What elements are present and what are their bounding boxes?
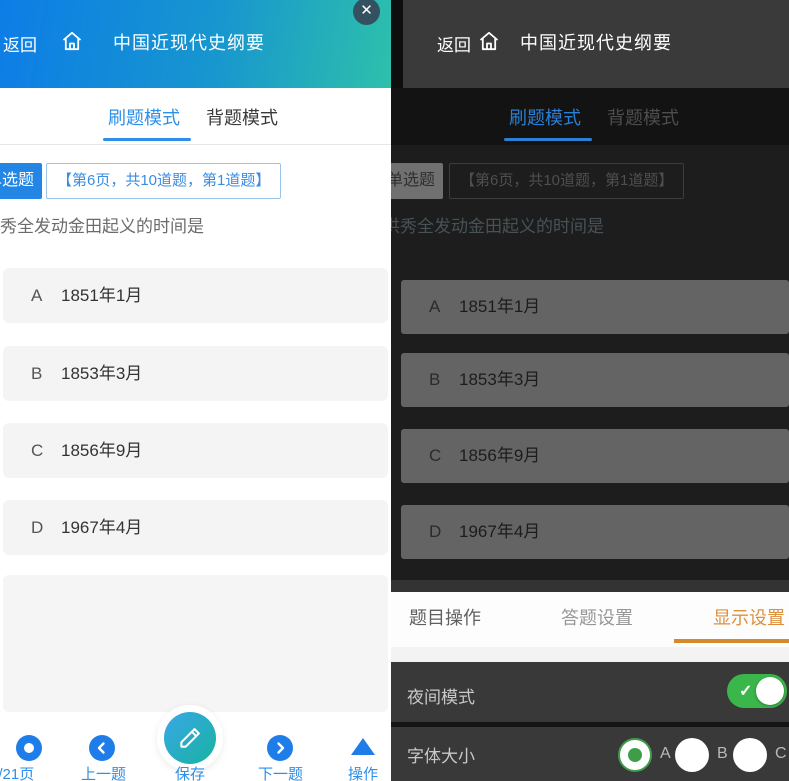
save-label[interactable]: 保存 xyxy=(175,763,205,781)
record-dot-icon xyxy=(24,743,34,753)
option-letter: D xyxy=(429,505,441,559)
font-size-row: 字体大小 A B C xyxy=(391,727,789,781)
home-icon[interactable] xyxy=(477,29,501,53)
font-size-label: 字体大小 xyxy=(407,742,475,767)
option-text: 1853年3月 xyxy=(61,346,142,401)
question-pagination: 【第6页，共10道题，第1道题】 xyxy=(449,163,684,199)
pencil-icon xyxy=(177,725,203,751)
option-text: 1853年3月 xyxy=(459,353,540,407)
tab-recite-mode[interactable]: 背题模式 xyxy=(607,104,679,130)
chevron-left-icon xyxy=(93,739,111,757)
option-text: 1851年1月 xyxy=(61,268,142,323)
font-size-option-c-label[interactable]: C xyxy=(775,745,787,763)
option-b[interactable]: B 1853年3月 xyxy=(3,346,388,401)
mode-tabbar xyxy=(0,88,391,145)
option-text: 1967年4月 xyxy=(459,505,540,559)
option-letter: A xyxy=(31,268,42,323)
back-button[interactable]: 返回 xyxy=(437,31,471,56)
question-type-badge: 单选题 xyxy=(0,163,42,199)
bottom-nav: 6/21页 上一题 保存 下一题 操作 xyxy=(0,712,391,781)
active-tab-underline xyxy=(504,138,592,141)
tab-practice-mode[interactable]: 刷题模式 xyxy=(108,104,180,130)
radio-dot-icon xyxy=(628,748,642,762)
option-letter: D xyxy=(31,500,43,555)
divider-strip xyxy=(391,580,789,592)
option-text: 1856年9月 xyxy=(459,429,540,483)
font-size-radio-a[interactable] xyxy=(618,738,652,772)
question-text: 洪秀全发动金田起义的时间是 xyxy=(0,212,204,237)
screenshot-stage: 返回 中国近现代史纲要 ✕ 刷题模式 背题模式 单选题 【第6页，共10道题，第… xyxy=(0,0,789,781)
save-button[interactable] xyxy=(164,712,216,764)
page-indicator-icon[interactable] xyxy=(16,735,42,761)
tab-display-settings[interactable]: 显示设置 xyxy=(713,604,785,630)
option-c[interactable]: C 1856年9月 xyxy=(3,423,388,478)
chevron-right-icon xyxy=(271,739,289,757)
screen-edge-strip xyxy=(391,0,403,88)
option-letter: A xyxy=(429,280,440,334)
option-text: 1967年4月 xyxy=(61,500,142,555)
tab-practice-mode[interactable]: 刷题模式 xyxy=(509,104,581,130)
tab-recite-mode[interactable]: 背题模式 xyxy=(206,104,278,130)
actions-triangle-icon[interactable] xyxy=(351,738,375,755)
settings-divider xyxy=(391,647,789,662)
font-size-radio-b[interactable] xyxy=(675,738,709,772)
screen-light-mode: 返回 中国近现代史纲要 ✕ 刷题模式 背题模式 单选题 【第6页，共10道题，第… xyxy=(0,0,391,781)
back-button[interactable]: 返回 xyxy=(3,31,37,56)
option-a[interactable]: A 1851年1月 xyxy=(3,268,388,323)
option-d[interactable]: D 1967年4月 xyxy=(401,505,789,559)
check-icon: ✓ xyxy=(739,681,752,701)
tab-answer-settings[interactable]: 答题设置 xyxy=(561,604,633,630)
question-type-badge: 单选题 xyxy=(391,163,443,199)
font-size-radio-c[interactable] xyxy=(733,738,767,772)
home-icon[interactable] xyxy=(60,29,84,53)
toggle-knob xyxy=(756,677,784,705)
page-title: 中国近现代史纲要 xyxy=(113,29,265,55)
page-title: 中国近现代史纲要 xyxy=(520,29,672,55)
question-text: 洪秀全发动金田起义的时间是 xyxy=(391,212,604,237)
option-text: 1851年1月 xyxy=(459,280,540,334)
next-question-button[interactable] xyxy=(267,735,293,761)
prev-question-button[interactable] xyxy=(89,735,115,761)
option-d[interactable]: D 1967年4月 xyxy=(3,500,388,555)
page-indicator-label[interactable]: 6/21页 xyxy=(0,763,34,781)
option-letter: C xyxy=(429,429,441,483)
option-c[interactable]: C 1856年9月 xyxy=(401,429,789,483)
font-size-option-b-label[interactable]: B xyxy=(717,745,728,763)
night-mode-row: 夜间模式 ✓ xyxy=(391,662,789,722)
option-letter: B xyxy=(429,353,440,407)
close-icon: ✕ xyxy=(360,2,373,19)
header: 返回 中国近现代史纲要 xyxy=(0,0,391,88)
option-letter: B xyxy=(31,346,42,401)
screen-dark-mode: 返回 中国近现代史纲要 刷题模式 背题模式 单选题 【第6页，共10道题，第1道… xyxy=(391,0,789,781)
option-b[interactable]: B 1853年3月 xyxy=(401,353,789,407)
tab-question-actions[interactable]: 题目操作 xyxy=(409,604,481,630)
night-mode-toggle[interactable]: ✓ xyxy=(727,674,787,708)
font-size-option-a-label[interactable]: A xyxy=(660,745,671,763)
option-letter: C xyxy=(31,423,43,478)
night-mode-label: 夜间模式 xyxy=(407,683,475,708)
option-a[interactable]: A 1851年1月 xyxy=(401,280,789,334)
mode-tabbar xyxy=(391,88,789,145)
header: 返回 中国近现代史纲要 xyxy=(391,0,789,88)
settings-active-tab-underline xyxy=(674,639,789,643)
prev-question-label[interactable]: 上一题 xyxy=(81,763,126,781)
next-question-label[interactable]: 下一题 xyxy=(258,763,303,781)
content-placeholder xyxy=(3,575,388,712)
active-tab-underline xyxy=(103,138,191,141)
actions-label[interactable]: 操作 xyxy=(348,763,378,781)
question-pagination: 【第6页，共10道题，第1道题】 xyxy=(46,163,281,199)
option-text: 1856年9月 xyxy=(61,423,142,478)
